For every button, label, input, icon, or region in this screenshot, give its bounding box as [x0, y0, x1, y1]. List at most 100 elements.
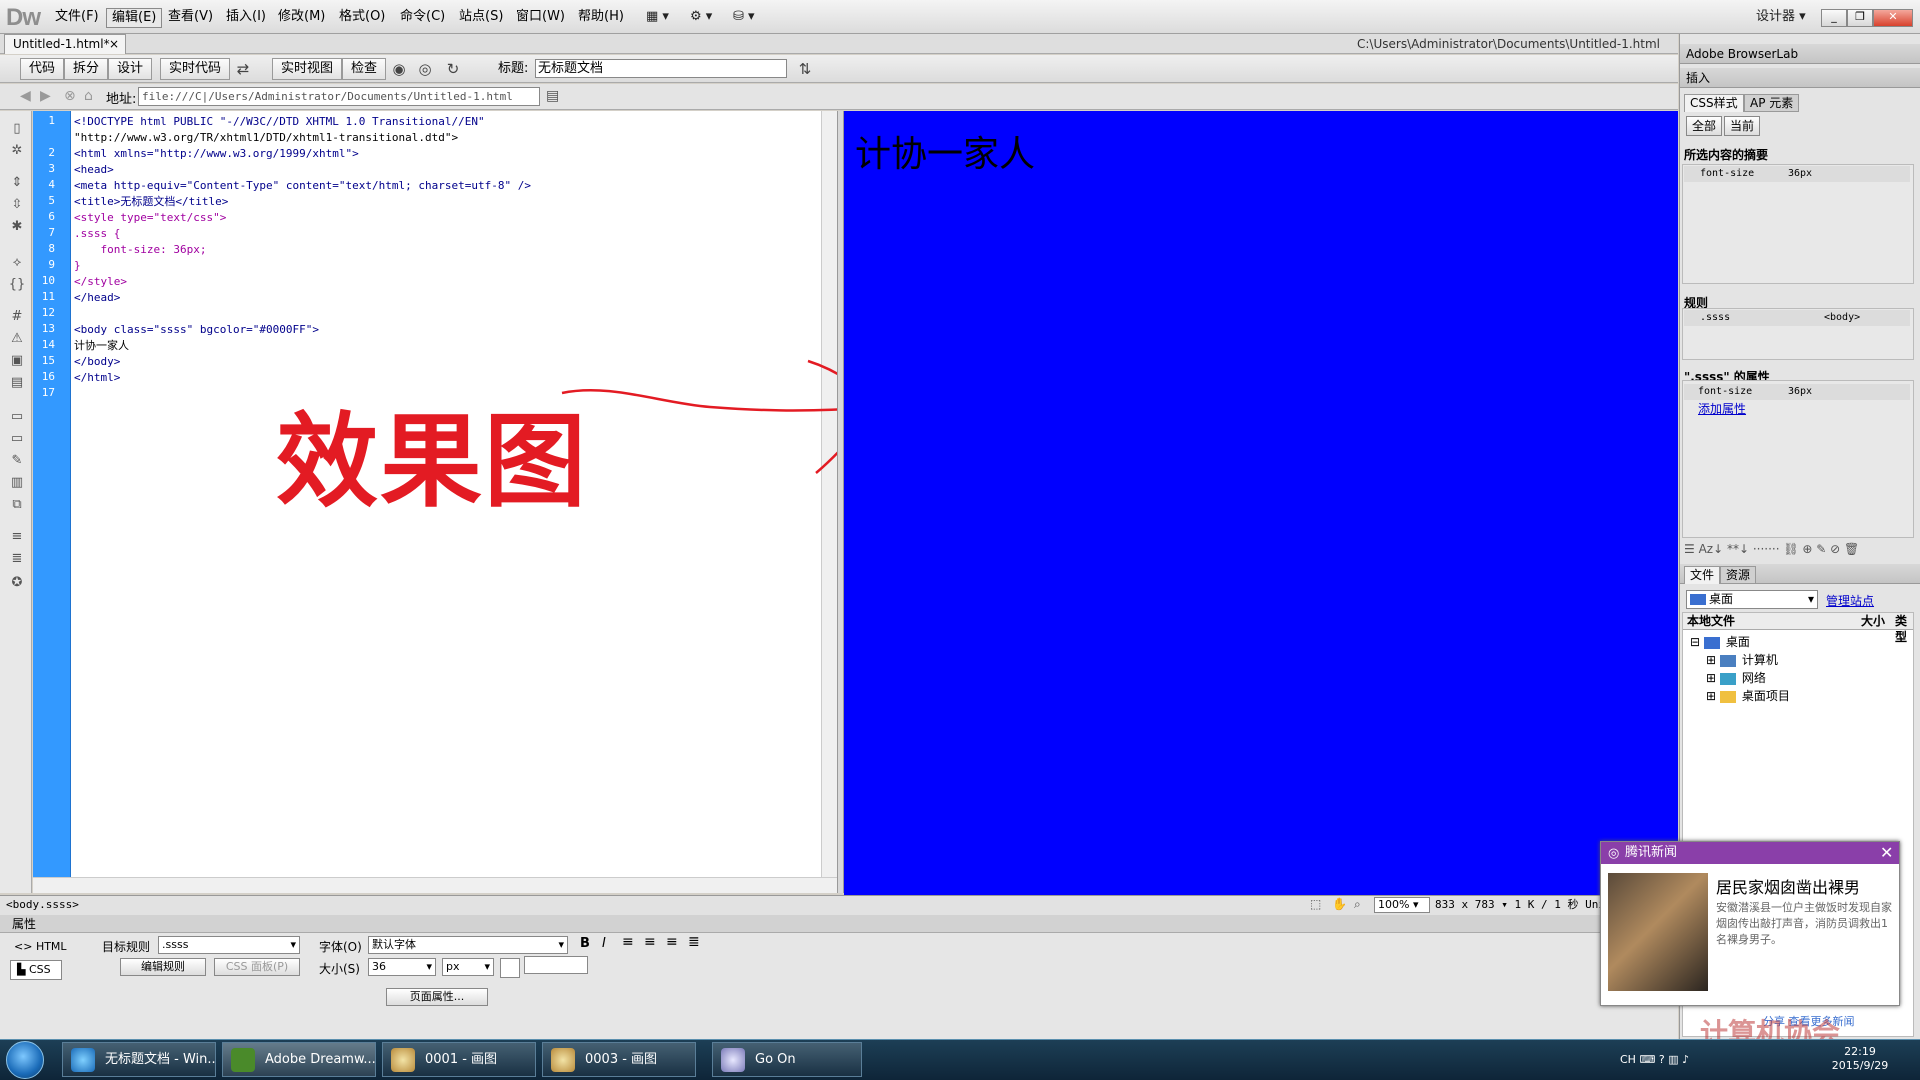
size-column[interactable]: 大小	[1861, 613, 1885, 629]
design-view[interactable]	[844, 111, 1678, 895]
menu-edit[interactable]: 编辑(E)	[106, 8, 163, 28]
news-close-icon[interactable]: ✕	[1880, 843, 1893, 863]
menu-format[interactable]: 格式(O)	[334, 8, 390, 28]
menu-insert[interactable]: 插入(I)	[221, 8, 271, 28]
balance-braces-icon[interactable]: {}	[7, 276, 27, 294]
move-css-icon[interactable]: ⧉	[7, 496, 27, 514]
css-panel-button[interactable]: CSS 面板(P)	[214, 958, 300, 976]
add-property-link[interactable]: 添加属性	[1698, 400, 1746, 417]
size-select[interactable]: 36 ▾	[368, 958, 436, 976]
unit-select[interactable]: px ▾	[442, 958, 494, 976]
split-view-button[interactable]: 拆分	[64, 58, 109, 80]
syntax-coloring-icon[interactable]: ▣	[7, 352, 27, 370]
insert-panel-header[interactable]: 插入	[1680, 68, 1920, 88]
tree-item-computer[interactable]: ⊞ 计算机	[1706, 652, 1778, 668]
all-button[interactable]: 全部	[1686, 116, 1722, 136]
line-numbers-icon[interactable]: #	[7, 308, 27, 326]
manage-sites-link[interactable]: 管理站点	[1826, 592, 1874, 609]
property-row[interactable]: font-size 36px	[1684, 384, 1910, 400]
window-size-info[interactable]: 833 x 783 ▾ 1 K / 1 秒 Unic	[1435, 896, 1612, 914]
type-column[interactable]: 类型	[1895, 613, 1913, 645]
local-files-column[interactable]: 本地文件	[1687, 613, 1735, 629]
menu-help[interactable]: 帮助(H)	[573, 8, 629, 28]
show-code-navigator-icon[interactable]: ✲	[7, 142, 27, 160]
collapse-tag-icon[interactable]: ⇕	[7, 174, 27, 192]
apply-comment-icon[interactable]: ▭	[7, 408, 27, 426]
code-line[interactable]: <title>无标题文档</title>	[74, 194, 228, 210]
font-select[interactable]: 默认字体 ▾	[368, 936, 568, 954]
menu-site[interactable]: 站点(S)	[454, 8, 508, 28]
browser-preview-icon[interactable]: ◉	[388, 58, 410, 80]
files-tab[interactable]: 文件	[1684, 566, 1721, 584]
workspace-switcher[interactable]: 设计器 ▾	[1756, 6, 1806, 28]
rule-row[interactable]: .ssss <body>	[1684, 310, 1910, 326]
tree-item-network[interactable]: ⊞ 网络	[1706, 670, 1766, 686]
italic-icon[interactable]: I	[602, 936, 606, 951]
live-code-button[interactable]: 实时代码	[160, 58, 231, 80]
taskbar-item-ie[interactable]: 无标题文档 - Win...	[62, 1042, 216, 1077]
select-parent-tag-icon[interactable]: ⟡	[7, 254, 27, 272]
inspect-button[interactable]: 检查	[342, 58, 387, 80]
taskbar-item-go-on[interactable]: Go On	[712, 1042, 862, 1077]
home-icon[interactable]: ⌂	[84, 88, 93, 104]
keyboard-icon[interactable]: ⌨	[1639, 1053, 1655, 1066]
refresh-icon[interactable]: ↻	[442, 58, 464, 80]
tree-item-desktop[interactable]: ⊟ 桌面	[1690, 634, 1750, 650]
volume-icon[interactable]: ♪	[1682, 1053, 1689, 1066]
forward-icon[interactable]: ▶	[40, 88, 51, 104]
menu-view[interactable]: 查看(V)	[163, 8, 218, 28]
expand-all-icon[interactable]: ✱	[7, 218, 27, 236]
code-line[interactable]: <html xmlns="http://www.w3.org/1999/xhtm…	[74, 146, 359, 162]
news-thumbnail[interactable]	[1608, 873, 1708, 991]
design-view-button[interactable]: 设计	[108, 58, 153, 80]
code-line[interactable]: }	[74, 258, 81, 274]
taskbar-item-dreamweaver[interactable]: Adobe Dreamw...	[222, 1042, 376, 1077]
align-center-icon[interactable]: ≡	[644, 934, 656, 950]
code-line[interactable]: <body class="ssss" bgcolor="#0000FF">	[74, 322, 319, 338]
back-icon[interactable]: ◀	[20, 88, 31, 104]
live-view-button[interactable]: 实时视图	[272, 58, 343, 80]
bold-icon[interactable]: B	[580, 936, 590, 951]
current-button[interactable]: 当前	[1724, 116, 1760, 136]
taskbar-item-paint-2[interactable]: 0003 - 画图	[542, 1042, 696, 1077]
wrap-tag-icon[interactable]: ✎	[7, 452, 27, 470]
text-color-swatch[interactable]	[500, 958, 520, 978]
site-select[interactable]: 桌面 ▾	[1686, 590, 1818, 609]
clock[interactable]: 22:19 2015/9/29	[1830, 1042, 1890, 1073]
tree-item-desktop-items[interactable]: ⊞ 桌面项目	[1706, 688, 1790, 704]
title-input[interactable]: 无标题文档	[535, 59, 787, 78]
help-icon[interactable]: ?	[1659, 1053, 1665, 1066]
document-tab[interactable]: Untitled-1.html* ×	[4, 34, 126, 54]
view-options-icon[interactable]: ▤	[546, 88, 559, 104]
address-input[interactable]: file:///C|/Users/Administrator/Documents…	[138, 87, 540, 106]
live-code-options-icon[interactable]: ⇄	[232, 58, 254, 80]
select-tool-icon[interactable]: ⬚	[1310, 897, 1321, 911]
extend-icon[interactable]: ⚙ ▾	[690, 6, 712, 28]
css-panel-footer-icons[interactable]: ☰ Az↓ **↓ ······· ⛓ ⊕ ✎ ⊘ 🗑	[1684, 542, 1859, 556]
menu-modify[interactable]: 修改(M)	[273, 8, 330, 28]
assets-tab[interactable]: 资源	[1720, 566, 1757, 584]
stop-icon[interactable]: ⊗	[64, 88, 76, 104]
code-line[interactable]: "http://www.w3.org/TR/xhtml1/DTD/xhtml1-…	[74, 130, 458, 146]
indent-icon[interactable]: ≡	[7, 528, 27, 546]
align-right-icon[interactable]: ≡	[666, 934, 678, 950]
code-line[interactable]: <meta http-equiv="Content-Type" content=…	[74, 178, 531, 194]
code-line[interactable]: font-size: 36px;	[74, 242, 206, 258]
zoom-tool-icon[interactable]: ⌕	[1354, 897, 1361, 912]
design-body-text[interactable]: 计协一家人	[855, 125, 1035, 177]
summary-row[interactable]: font-size 36px	[1684, 166, 1910, 182]
css-mode-button[interactable]: ▙ CSS	[10, 960, 62, 980]
zoom-select[interactable]: 100% ▾	[1374, 897, 1430, 913]
code-line[interactable]: </head>	[74, 290, 120, 306]
menu-commands[interactable]: 命令(C)	[395, 8, 450, 28]
edit-rule-button[interactable]: 编辑规则	[120, 958, 206, 976]
code-horizontal-scrollbar[interactable]	[33, 877, 837, 893]
css-styles-tab[interactable]: CSS样式	[1684, 94, 1744, 112]
recent-snippets-icon[interactable]: ▥	[7, 474, 27, 492]
visual-aids-icon[interactable]: ◎	[414, 58, 436, 80]
input-language[interactable]: CH	[1620, 1053, 1636, 1066]
split-divider[interactable]	[837, 111, 844, 893]
code-line[interactable]: </style>	[74, 274, 127, 290]
code-line[interactable]: <head>	[74, 162, 114, 178]
outdent-icon[interactable]: ≣	[7, 550, 27, 568]
